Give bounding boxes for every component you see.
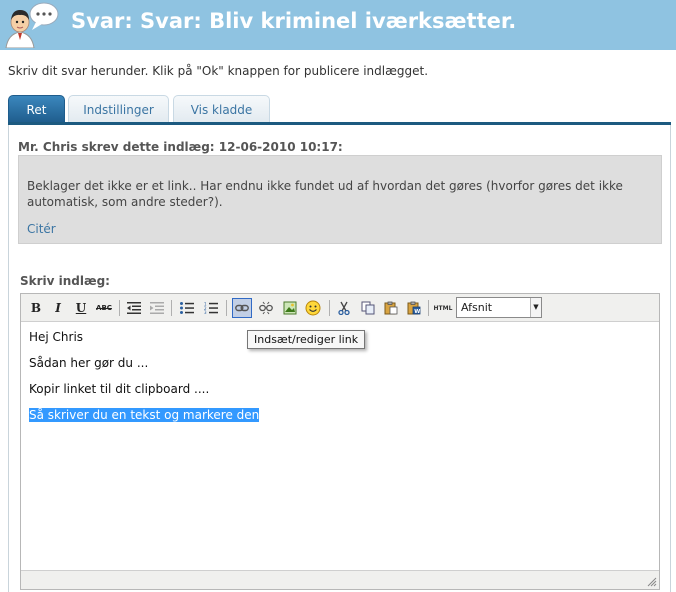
strikethrough-button[interactable]: ABC [94, 298, 114, 318]
svg-text:3: 3 [204, 310, 207, 314]
chevron-down-icon: ▼ [530, 298, 541, 317]
italic-button[interactable]: I [48, 298, 68, 318]
cite-link[interactable]: Citér [27, 222, 56, 236]
editor-line: Hej Chris [29, 330, 84, 344]
editor-line: Kopir linket til dit clipboard .... [29, 382, 210, 396]
bullet-list-icon [180, 302, 194, 314]
insert-image-button[interactable] [280, 298, 300, 318]
link-tooltip: Indsæt/rediger link [247, 330, 366, 349]
bullet-list-button[interactable] [177, 298, 197, 318]
numbered-list-icon: 1 2 3 [204, 302, 218, 314]
editor-line-selected: Så skriver du en tekst og markere den [29, 408, 260, 422]
tab-ret[interactable]: Ret [8, 95, 65, 123]
quote-text: Beklager det ikke er et link.. Har endnu… [27, 179, 623, 209]
user-chat-avatar-icon [5, 2, 59, 48]
toolbar-separator [428, 300, 429, 316]
numbered-list-button[interactable]: 1 2 3 [201, 298, 221, 318]
scissors-icon [338, 301, 350, 315]
page-header: Svar: Svar: Bliv kriminel iværksætter. [0, 0, 676, 50]
copy-icon [361, 301, 375, 315]
unlink-icon [259, 301, 273, 315]
quote-header: Mr. Chris skrev dette indlæg: 12-06-2010… [18, 140, 343, 154]
page-title: Svar: Svar: Bliv kriminel iværksætter. [71, 9, 517, 33]
paste-icon [384, 301, 398, 315]
paste-word-icon: W [407, 301, 421, 315]
tab-vis-kladde[interactable]: Vis kladde [173, 95, 270, 123]
insert-link-button[interactable] [232, 298, 252, 318]
smiley-icon [305, 300, 321, 316]
outdent-button[interactable] [124, 298, 144, 318]
editor-statusbar [21, 570, 659, 589]
write-post-label: Skriv indlæg: [20, 274, 110, 288]
toolbar-separator [329, 300, 330, 316]
html-source-button[interactable]: HTML [432, 298, 454, 318]
paste-from-word-button[interactable]: W [404, 298, 424, 318]
indent-icon [150, 302, 164, 314]
svg-text:W: W [414, 309, 420, 315]
format-select[interactable]: Afsnit ▼ [456, 297, 542, 318]
instructions-text: Skriv dit svar herunder. Klik på "Ok" kn… [8, 64, 429, 78]
editor-line: Sådan her gør du ... [29, 356, 149, 370]
indent-button[interactable] [147, 298, 167, 318]
link-icon [235, 304, 249, 312]
editor-toolbar: B I U ABC 1 2 3 W HTML Afsnit ▼ [21, 294, 659, 322]
unlink-button[interactable] [256, 298, 276, 318]
copy-button[interactable] [358, 298, 378, 318]
paste-button[interactable] [381, 298, 401, 318]
underline-button[interactable]: U [71, 298, 91, 318]
resize-grip-icon[interactable] [647, 577, 657, 587]
tab-indstillinger[interactable]: Indstillinger [68, 95, 169, 123]
bold-button[interactable]: B [26, 298, 46, 318]
quote-box: Beklager det ikke er et link.. Har endnu… [18, 155, 662, 244]
image-icon [283, 301, 297, 315]
toolbar-separator [119, 300, 120, 316]
toolbar-separator [171, 300, 172, 316]
insert-emoticon-button[interactable] [303, 298, 323, 318]
format-select-value: Afsnit [461, 301, 493, 314]
toolbar-separator [226, 300, 227, 316]
cut-button[interactable] [334, 298, 354, 318]
outdent-icon [127, 302, 141, 314]
